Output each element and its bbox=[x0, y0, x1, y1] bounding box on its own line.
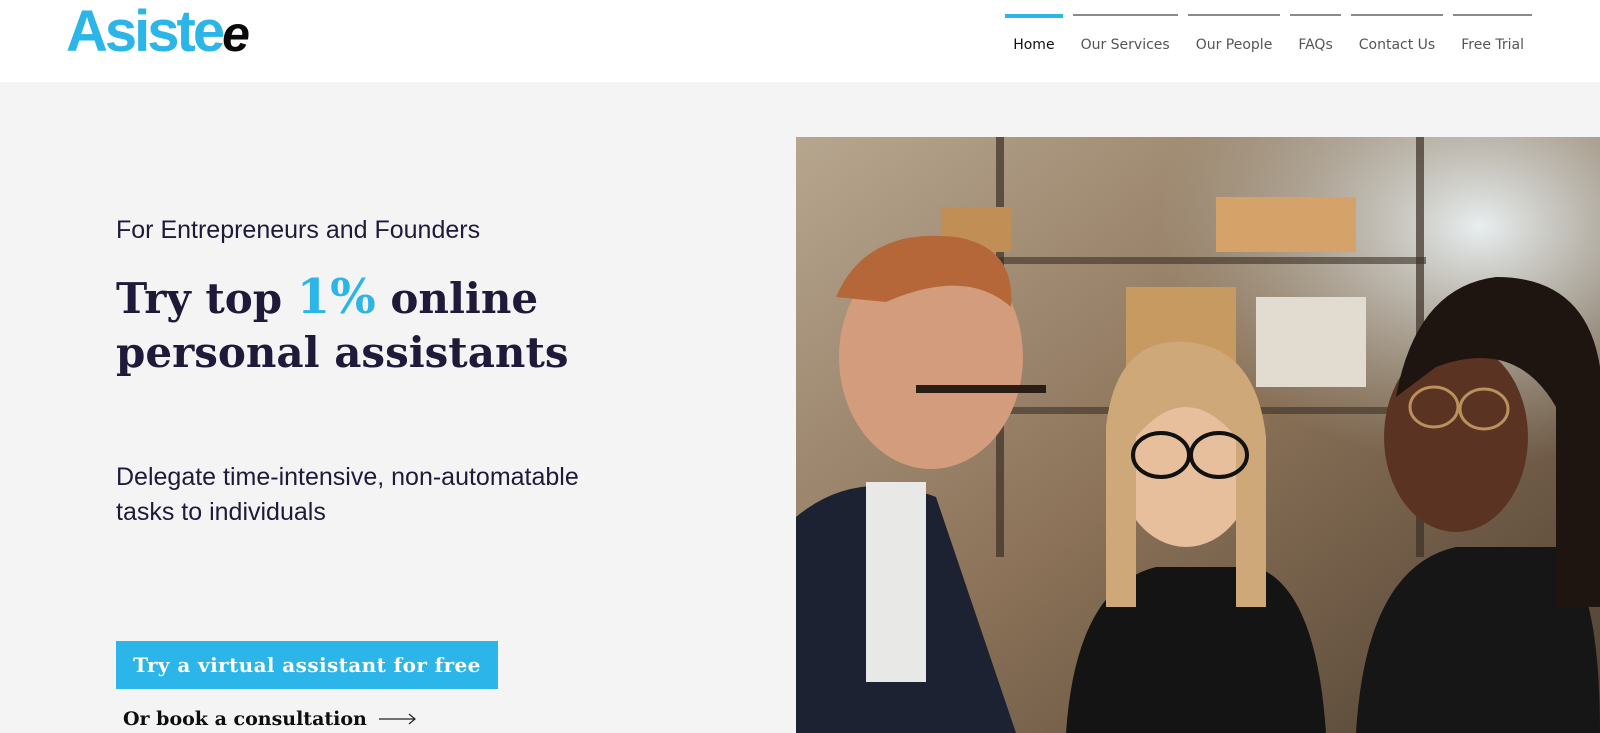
headline-accent: 1% bbox=[296, 269, 376, 325]
arrow-right-icon bbox=[378, 713, 416, 725]
nav-item-faqs[interactable]: FAQs bbox=[1290, 14, 1342, 64]
nav-item-contact-us[interactable]: Contact Us bbox=[1350, 14, 1444, 64]
hero-photo bbox=[796, 137, 1600, 733]
headline-line2: personal assistants bbox=[116, 328, 569, 377]
nav-item-our-people[interactable]: Our People bbox=[1187, 14, 1281, 64]
site-header: Asistee Home Our Services Our People FAQ… bbox=[0, 0, 1600, 82]
nav-item-label: FAQs bbox=[1298, 37, 1333, 53]
free-trial-cta-button[interactable]: Try a virtual assistant for free bbox=[116, 641, 498, 689]
logo-wordmark-end: e bbox=[222, 6, 250, 62]
nav-item-label: Contact Us bbox=[1358, 37, 1436, 53]
nav-item-home[interactable]: Home bbox=[1005, 14, 1063, 64]
nav-item-label: Our Services bbox=[1080, 37, 1170, 53]
main-nav: Home Our Services Our People FAQs Contac… bbox=[1005, 14, 1532, 64]
headline-post: online bbox=[375, 274, 539, 323]
hero-section: For Entrepreneurs and Founders Try top 1… bbox=[0, 82, 1600, 733]
nav-item-free-trial[interactable]: Free Trial bbox=[1453, 14, 1532, 64]
book-consultation-link[interactable]: Or book a consultation bbox=[123, 708, 417, 730]
nav-item-our-services[interactable]: Our Services bbox=[1072, 14, 1178, 64]
logo[interactable]: Asistee bbox=[66, 3, 250, 63]
headline-pre: Try top bbox=[116, 274, 297, 323]
nav-item-label: Free Trial bbox=[1461, 37, 1524, 53]
nav-item-label: Our People bbox=[1195, 37, 1273, 53]
hero-eyebrow: For Entrepreneurs and Founders bbox=[116, 216, 481, 244]
logo-wordmark: Asiste bbox=[66, 0, 225, 64]
consult-label: Or book a consultation bbox=[123, 708, 367, 730]
team-photo-illustration bbox=[796, 137, 1600, 733]
nav-item-label: Home bbox=[1013, 37, 1055, 53]
hero-headline: Try top 1% online personal assistants bbox=[116, 270, 676, 380]
hero-subtext: Delegate time-intensive, non-automatable… bbox=[116, 463, 579, 526]
